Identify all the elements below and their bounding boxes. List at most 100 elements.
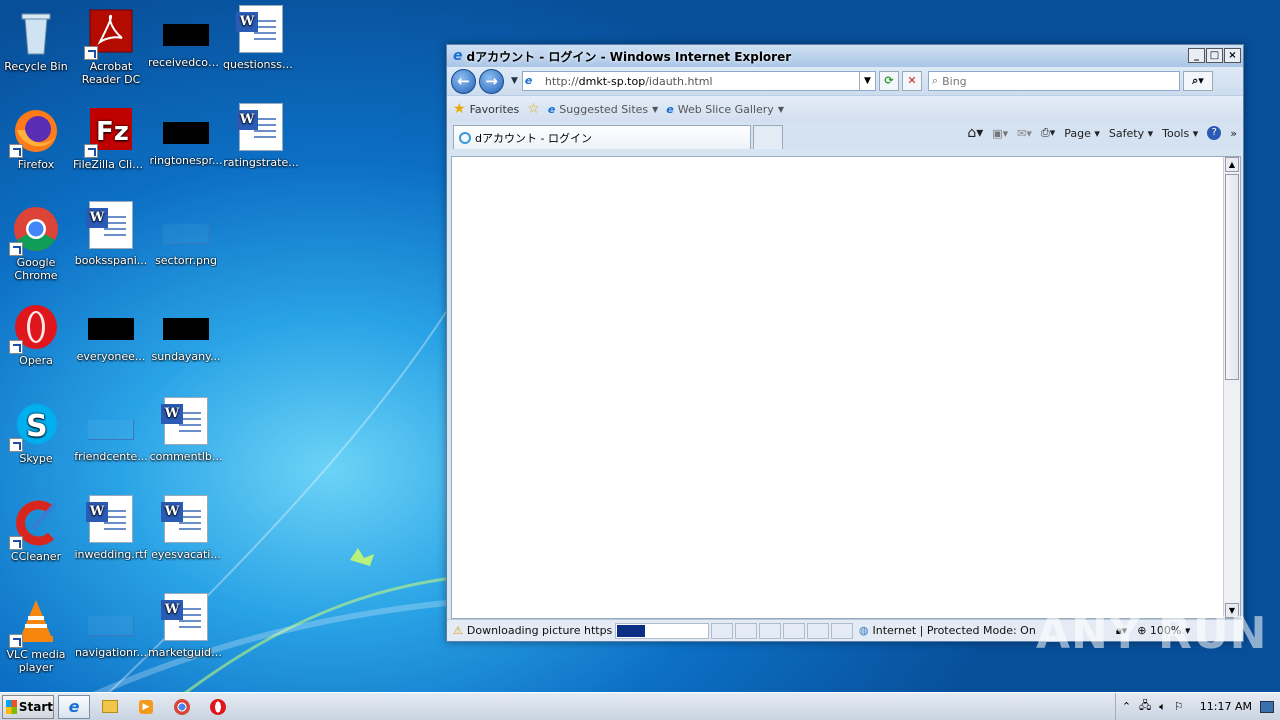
desktop-icon-file[interactable]: sundayany... [148, 298, 224, 392]
favorites-bar: ★ Favorites ☆ e Suggested Sites ▼ e Web Slic… [447, 95, 1243, 122]
desktop-icon-word-doc[interactable]: W marketguide... [148, 592, 224, 686]
desktop-icon-word-doc[interactable]: W ratingstrate... [223, 102, 299, 196]
page-menu[interactable]: Page ▾ [1064, 127, 1100, 140]
desktop-icon-image-file[interactable]: friendcente... [73, 396, 149, 490]
desktop-icon-label: Opera [19, 354, 53, 367]
favorites-button[interactable]: ★ Favorites [453, 101, 519, 117]
desktop-icon-chrome[interactable]: Google Chrome [0, 200, 74, 294]
desktop-icon-label: eyesvacati... [151, 548, 221, 561]
taskbar-explorer[interactable] [94, 695, 126, 719]
taskbar-ie[interactable]: e [58, 694, 90, 719]
skype-icon: S [9, 400, 61, 452]
word-doc-icon: W [86, 201, 133, 249]
search-button[interactable]: ⌕▾ [1182, 71, 1213, 91]
desktop-icon-file[interactable]: everyonee... [73, 298, 149, 392]
close-button[interactable]: × [1224, 48, 1241, 63]
refresh-button[interactable]: ⟳ [878, 71, 899, 91]
search-box[interactable]: ⌕ Bing [927, 71, 1180, 91]
favorites-label: Favorites [469, 102, 520, 116]
desktop-icon-image-file[interactable]: sectorr.png [148, 200, 224, 294]
address-dropdown-button[interactable]: ▼ [858, 72, 875, 90]
desktop-icon-file[interactable]: receivedcou... [148, 4, 224, 98]
desktop-icon-skype[interactable]: S Skype [0, 396, 74, 490]
maximize-button[interactable]: □ [1206, 48, 1223, 63]
mail-icon[interactable]: ✉▾ [1017, 127, 1032, 140]
file-icon [163, 24, 209, 46]
page-content[interactable]: ▲ ▼ [451, 156, 1241, 619]
taskbar-opera[interactable] [202, 695, 234, 719]
desktop-icon-word-doc[interactable]: W commentlb... [148, 396, 224, 490]
desktop-icon-acrobat[interactable]: Acrobat Reader DC [73, 4, 149, 98]
web-slice-label: Web Slice Gallery [677, 102, 774, 116]
network-icon[interactable]: 🖧︎ [1139, 697, 1151, 716]
word-doc-icon: W [236, 103, 283, 151]
image-file-icon [88, 616, 134, 636]
print-icon[interactable]: ⎙▾ [1041, 126, 1055, 140]
desktop-icon-word-doc[interactable]: W inwedding.rtf [73, 494, 149, 588]
desktop-icon-label: commentlb... [149, 450, 223, 463]
ie-page-icon: e [547, 102, 556, 116]
chevron-more-icon[interactable]: » [1230, 127, 1237, 140]
forward-button[interactable]: → [479, 68, 504, 94]
tab-active[interactable]: dアカウント - ログイン [453, 125, 751, 149]
desktop-icon-label: Google Chrome [14, 256, 58, 282]
desktop-icon-label: Skype [19, 452, 53, 465]
tools-menu[interactable]: Tools ▾ [1162, 127, 1198, 140]
show-desktop-button[interactable] [1260, 700, 1274, 713]
desktop-icon-image-file[interactable]: navigationr... [73, 592, 149, 686]
scroll-up-button[interactable]: ▲ [1225, 157, 1239, 172]
window-title: dアカウント - ログイン - Windows Internet Explore… [466, 49, 792, 64]
desktop-icon-word-doc[interactable]: W booksspani... [73, 200, 149, 294]
chrome-icon [174, 698, 190, 715]
chrome-icon [9, 204, 61, 256]
title-bar[interactable]: e dアカウント - ログイン - Windows Internet Explo… [447, 45, 1243, 67]
minimize-button[interactable]: _ [1188, 48, 1205, 63]
taskbar-media-player[interactable]: ▶ [130, 695, 162, 719]
volume-icon[interactable]: 🔈︎ [1159, 700, 1166, 714]
desktop-icon-filezilla[interactable]: Fz FileZilla Client [73, 102, 149, 196]
show-hidden-icons-button[interactable]: ⌃ [1122, 700, 1131, 713]
desktop-icon-label: ratingstrate... [223, 156, 299, 169]
desktop-icon-ccleaner[interactable]: CCleaner [0, 494, 74, 588]
safety-menu[interactable]: Safety ▾ [1109, 127, 1153, 140]
desktop-icon-word-doc[interactable]: W eyesvacati... [148, 494, 224, 588]
desktop-icon-label: FileZilla Client [73, 158, 149, 171]
vertical-scrollbar[interactable]: ▲ ▼ [1223, 157, 1240, 618]
back-button[interactable]: ← [451, 68, 476, 94]
desktop-icon-opera[interactable]: Opera [0, 298, 74, 392]
taskbar-chrome[interactable] [166, 695, 198, 719]
suggested-sites-label: Suggested Sites [559, 102, 649, 116]
clock[interactable]: 11:17 AM [1200, 700, 1252, 713]
search-placeholder: Bing [942, 74, 967, 88]
desktop-icon-recycle-bin[interactable]: Recycle Bin [0, 4, 74, 98]
add-favorite-icon[interactable]: ☆ [527, 101, 540, 117]
opera-icon [9, 302, 61, 354]
help-icon[interactable]: ? [1207, 126, 1222, 140]
stop-button[interactable]: ✕ [901, 71, 922, 91]
recent-pages-dropdown[interactable]: ▼ [511, 76, 518, 86]
desktop-icon-word-doc[interactable]: W questionssa... [223, 4, 299, 98]
folder-icon [102, 700, 118, 713]
vlc-icon [9, 596, 61, 648]
new-tab-button[interactable] [753, 125, 783, 149]
desktop-icon-file[interactable]: ringtonespr... [148, 102, 224, 196]
zone-text[interactable]: Internet | Protected Mode: On [872, 624, 1035, 637]
recycle-bin-icon [11, 8, 61, 58]
web-slice-gallery-button[interactable]: e Web Slice Gallery ▼ [666, 103, 784, 116]
word-doc-icon: W [161, 593, 208, 641]
desktop-icon-label: sectorr.png [155, 254, 217, 267]
scroll-thumb[interactable] [1225, 174, 1239, 380]
status-segment [782, 622, 805, 639]
address-bar[interactable]: e http://dmkt-sp.top/idauth.html ▼ [521, 71, 876, 91]
ie-window[interactable]: e dアカウント - ログイン - Windows Internet Explo… [446, 44, 1244, 642]
search-icon: ⌕ [931, 74, 939, 87]
action-center-flag-icon[interactable]: ⚐ [1174, 700, 1184, 713]
start-button[interactable]: Start [2, 694, 54, 719]
suggested-sites-button[interactable]: e Suggested Sites ▼ [548, 103, 658, 116]
desktop-icon-vlc[interactable]: VLC media player [0, 592, 74, 686]
feeds-icon[interactable]: ▣▾ [992, 127, 1008, 140]
file-icon [163, 318, 209, 340]
home-icon[interactable]: ⌂▾ [967, 125, 983, 141]
desktop-icon-firefox[interactable]: Firefox [0, 102, 74, 196]
status-segment [830, 622, 853, 639]
